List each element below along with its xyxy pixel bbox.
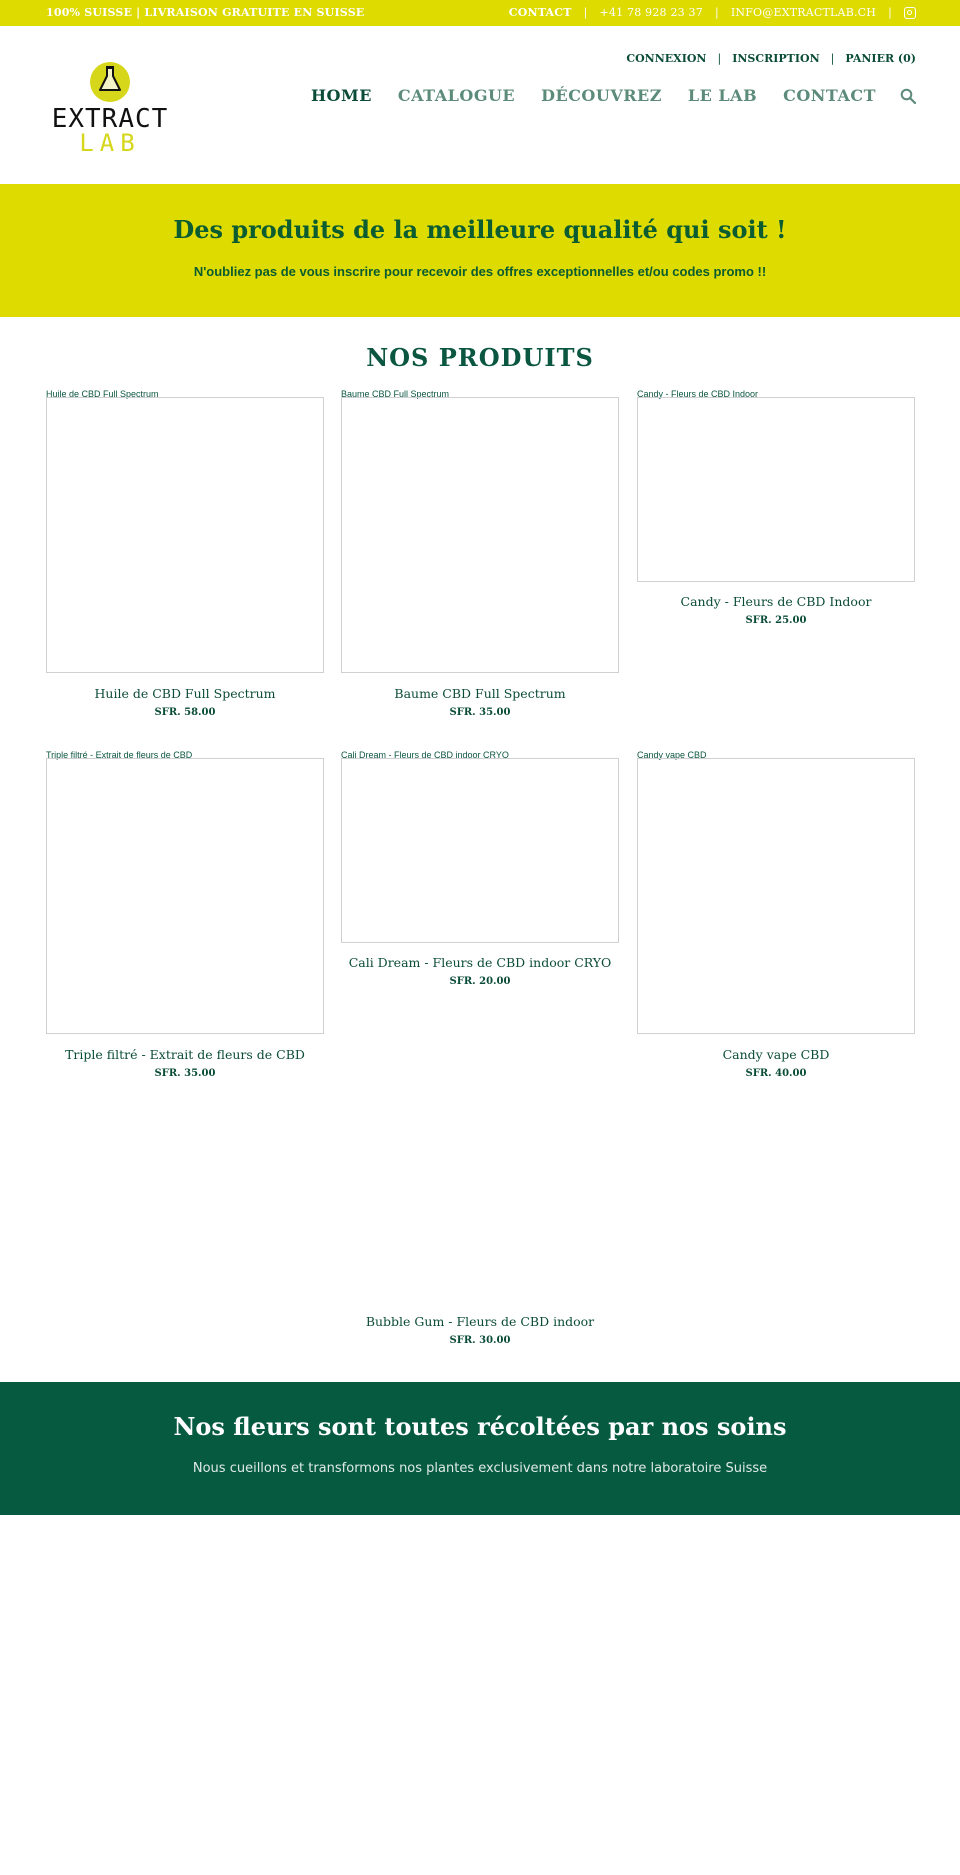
phone-link[interactable]: +41 78 928 23 37 — [600, 6, 703, 19]
flask-icon — [99, 66, 121, 91]
product-price: SFR. 40.00 — [745, 1068, 807, 1079]
logo-text-lab: LAB — [79, 129, 141, 157]
login-link[interactable]: CONNEXION — [626, 52, 706, 65]
product-name[interactable]: Bubble Gum - Fleurs de CBD indoor — [341, 1314, 619, 1329]
instagram-icon[interactable] — [904, 6, 916, 19]
nav-decouvrez[interactable]: DÉCOUVREZ — [541, 86, 662, 105]
promo-banner: Des produits de la meilleure qualité qui… — [0, 184, 960, 317]
product-name[interactable]: Cali Dream - Fleurs de CBD indoor CRYO — [341, 955, 619, 970]
separator: | — [583, 6, 588, 19]
search-icon[interactable] — [900, 88, 916, 104]
site-logo[interactable]: EXTRACT LAB — [46, 52, 174, 157]
product-price: SFR. 25.00 — [745, 615, 807, 626]
separator: | — [714, 6, 719, 19]
products-title: NOS PRODUITS — [366, 343, 594, 372]
harvest-subtitle: Nous cueillons et transformons nos plant… — [192, 1461, 768, 1476]
promo-title: Des produits de la meilleure qualité qui… — [173, 215, 787, 244]
separator: | — [830, 52, 835, 65]
product-name[interactable]: Candy vape CBD — [637, 1047, 915, 1062]
product-price: SFR. 58.00 — [154, 707, 216, 718]
top-bar: 100% SUISSE | LIVRAISON GRATUITE EN SUIS… — [0, 0, 960, 26]
promo-subtitle: N'oubliez pas de vous inscrire pour rece… — [193, 264, 767, 279]
tagline: 100% SUISSE | LIVRAISON GRATUITE EN SUIS… — [46, 6, 365, 19]
account-links: CONNEXION | INSCRIPTION | PANIER (0) — [626, 52, 916, 65]
product-image[interactable] — [46, 758, 324, 1034]
product-name[interactable]: Baume CBD Full Spectrum — [341, 686, 619, 701]
harvest-title: Nos fleurs sont toutes récoltées par nos… — [173, 1412, 787, 1441]
main-nav: HOME CATALOGUE DÉCOUVREZ LE LAB CONTACT — [311, 86, 916, 105]
product-image[interactable] — [637, 758, 915, 1034]
product-image[interactable] — [46, 397, 324, 673]
nav-le-lab[interactable]: LE LAB — [688, 86, 757, 105]
product-image[interactable] — [637, 397, 915, 582]
nav-catalogue[interactable]: CATALOGUE — [398, 86, 515, 105]
product-image[interactable] — [341, 758, 619, 943]
product-price: SFR. 35.00 — [154, 1068, 216, 1079]
product-image[interactable] — [341, 397, 619, 673]
product-price: SFR. 20.00 — [449, 976, 511, 987]
product-name[interactable]: Candy - Fleurs de CBD Indoor — [637, 594, 915, 609]
product-price: SFR. 30.00 — [449, 1335, 511, 1346]
nav-contact[interactable]: CONTACT — [783, 86, 876, 105]
cart-link[interactable]: PANIER (0) — [845, 52, 916, 65]
separator: | — [717, 52, 722, 65]
product-name[interactable]: Triple filtré - Extrait de fleurs de CBD — [46, 1047, 324, 1062]
harvest-banner: Nos fleurs sont toutes récoltées par nos… — [0, 1382, 960, 1515]
top-bar-links: CONTACT | +41 78 928 23 37 | INFO@EXTRAC… — [509, 6, 916, 19]
product-name[interactable]: Huile de CBD Full Spectrum — [46, 686, 324, 701]
nav-home[interactable]: HOME — [311, 86, 372, 105]
register-link[interactable]: INSCRIPTION — [732, 52, 819, 65]
product-price: SFR. 35.00 — [449, 707, 511, 718]
email-link[interactable]: INFO@EXTRACTLAB.CH — [731, 6, 876, 19]
top-contact-link[interactable]: CONTACT — [509, 6, 572, 19]
separator: | — [888, 6, 892, 19]
